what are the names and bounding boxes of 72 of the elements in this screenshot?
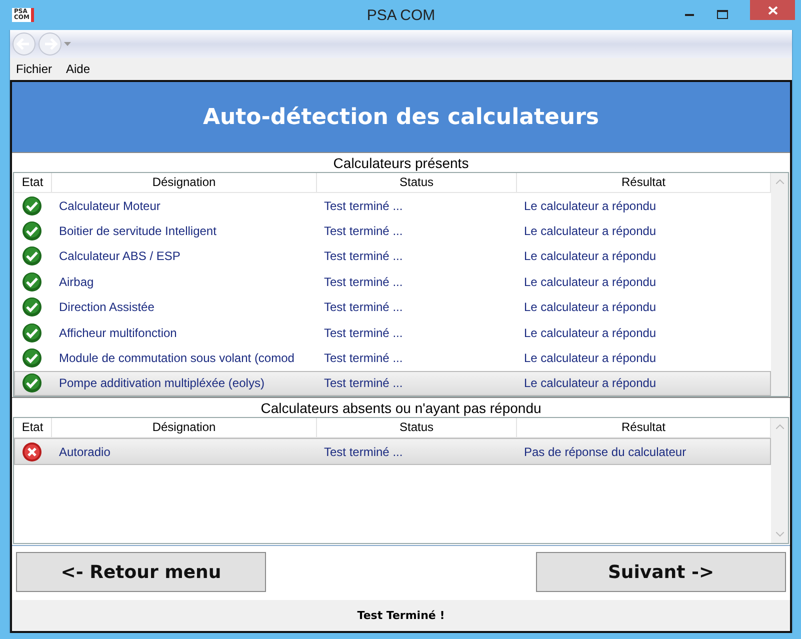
table-cell-text: Test terminé ... (323, 249, 404, 264)
column-header[interactable]: Désignation (52, 173, 317, 192)
check-icon (22, 297, 42, 318)
scroll-up-icon[interactable] (776, 424, 784, 429)
scrollbar[interactable] (771, 173, 788, 396)
table-cell-text: Calculateur Moteur (58, 198, 162, 213)
table-row[interactable]: Direction Assistée Test terminé ... Le calculateur a répondu (14, 294, 771, 320)
table-cell-text: Le calculateur a répondu (523, 300, 658, 314)
table-cell-text: Autoradio (58, 444, 112, 458)
table-cell-text: Calculateur ABS / ESP (58, 249, 182, 264)
table-cell-text: Boitier de servitude Intelligent (58, 224, 218, 238)
column-header[interactable]: Status (317, 173, 517, 192)
check-icon (22, 322, 42, 343)
page-header: Auto-détection des calculateurs (12, 82, 790, 152)
forward-icon[interactable] (38, 32, 62, 56)
table-cell-text: Test terminé ... (323, 350, 404, 365)
table-cell-text: Airbag (58, 274, 95, 289)
menu-item[interactable]: Aide (66, 62, 90, 76)
section-title: Calculateurs présents (12, 152, 790, 172)
table-row[interactable]: Module de commutation sous volant (comod Test terminé ... Le calculateur a répondu (14, 345, 771, 371)
status-text: Test Terminé ! (12, 600, 790, 631)
table-row[interactable]: Boitier de servitude Intelligent Test terminé ... Le calculateur a répondu (14, 218, 771, 244)
error-icon (22, 442, 42, 462)
table-cell-text: Test terminé ... (323, 224, 404, 238)
table-cell-text: Le calculateur a répondu (523, 249, 658, 264)
dropdown-icon[interactable] (64, 42, 71, 46)
table-cell-text: Afficheur multifonction (58, 326, 178, 340)
table-row[interactable]: Airbag Test terminé ... Le calculateur a répondu (14, 269, 771, 294)
window-title: PSA COM (366, 6, 436, 24)
table-cell-text: Test terminé ... (323, 444, 404, 458)
table-cell-text: Direction Assistée (58, 300, 156, 314)
close-button[interactable] (750, 0, 795, 20)
table-row[interactable]: Calculateur ABS / ESP Test terminé ... Le calculateur a répondu (14, 244, 771, 270)
table-cell-text: Le calculateur a répondu (523, 198, 658, 213)
section-title: Calculateurs absents ou n'ayant pas répondu (12, 397, 790, 417)
table-cell-text: Test terminé ... (323, 198, 404, 213)
maximize-icon[interactable] (717, 10, 728, 18)
column-header[interactable]: Etat (14, 173, 52, 192)
table-cell-text: Test terminé ... (323, 326, 404, 340)
table-cell-text: Test terminé ... (323, 300, 404, 314)
table-row[interactable]: Calculateur Moteur Test terminé ... Le calculateur a répondu (14, 193, 771, 218)
column-header[interactable]: Etat (14, 418, 52, 437)
table-cell-text: Module de commutation sous volant (comod (58, 350, 296, 365)
check-icon (22, 348, 42, 368)
check-icon (22, 221, 42, 242)
check-icon (22, 246, 42, 266)
menu-item[interactable]: Fichier (16, 62, 52, 76)
table-cell-text: Test terminé ... (323, 376, 404, 390)
check-icon (22, 373, 42, 394)
table-cell-text: Pompe additivation multipléxée (eolys) (58, 376, 266, 390)
table-cell-text: Le calculateur a répondu (523, 326, 658, 340)
back-icon[interactable] (12, 32, 36, 56)
minimize-icon[interactable] (685, 12, 695, 16)
scroll-up-icon[interactable] (776, 179, 784, 184)
nav-button[interactable]: Suivant -> (536, 552, 786, 592)
scrollbar[interactable] (771, 418, 788, 543)
table-cell-text: Le calculateur a répondu (523, 376, 658, 390)
table-row[interactable]: Pompe additivation multipléxée (eolys) Test terminé ... Le calculateur a répondu (14, 370, 771, 396)
table-cell-text: Le calculateur a répondu (523, 224, 658, 238)
table-cell-text: Test terminé ... (323, 274, 404, 289)
table-cell-text: Le calculateur a répondu (523, 350, 658, 365)
scroll-down-icon[interactable] (776, 532, 784, 537)
column-header[interactable]: Status (317, 418, 517, 437)
check-icon (22, 272, 42, 292)
table-row[interactable]: Autoradio Test terminé ... Pas de réponse du calculateur (14, 438, 771, 465)
table-cell-text: Le calculateur a répondu (523, 274, 658, 289)
nav-button[interactable]: <- Retour menu (16, 552, 266, 592)
table-row[interactable]: Afficheur multifonction Test terminé ... Le calculateur a répondu (14, 320, 771, 346)
column-header[interactable]: Désignation (52, 418, 317, 437)
table-cell-text: Pas de réponse du calculateur (523, 444, 688, 458)
close-icon (768, 6, 778, 14)
check-icon (22, 196, 42, 216)
